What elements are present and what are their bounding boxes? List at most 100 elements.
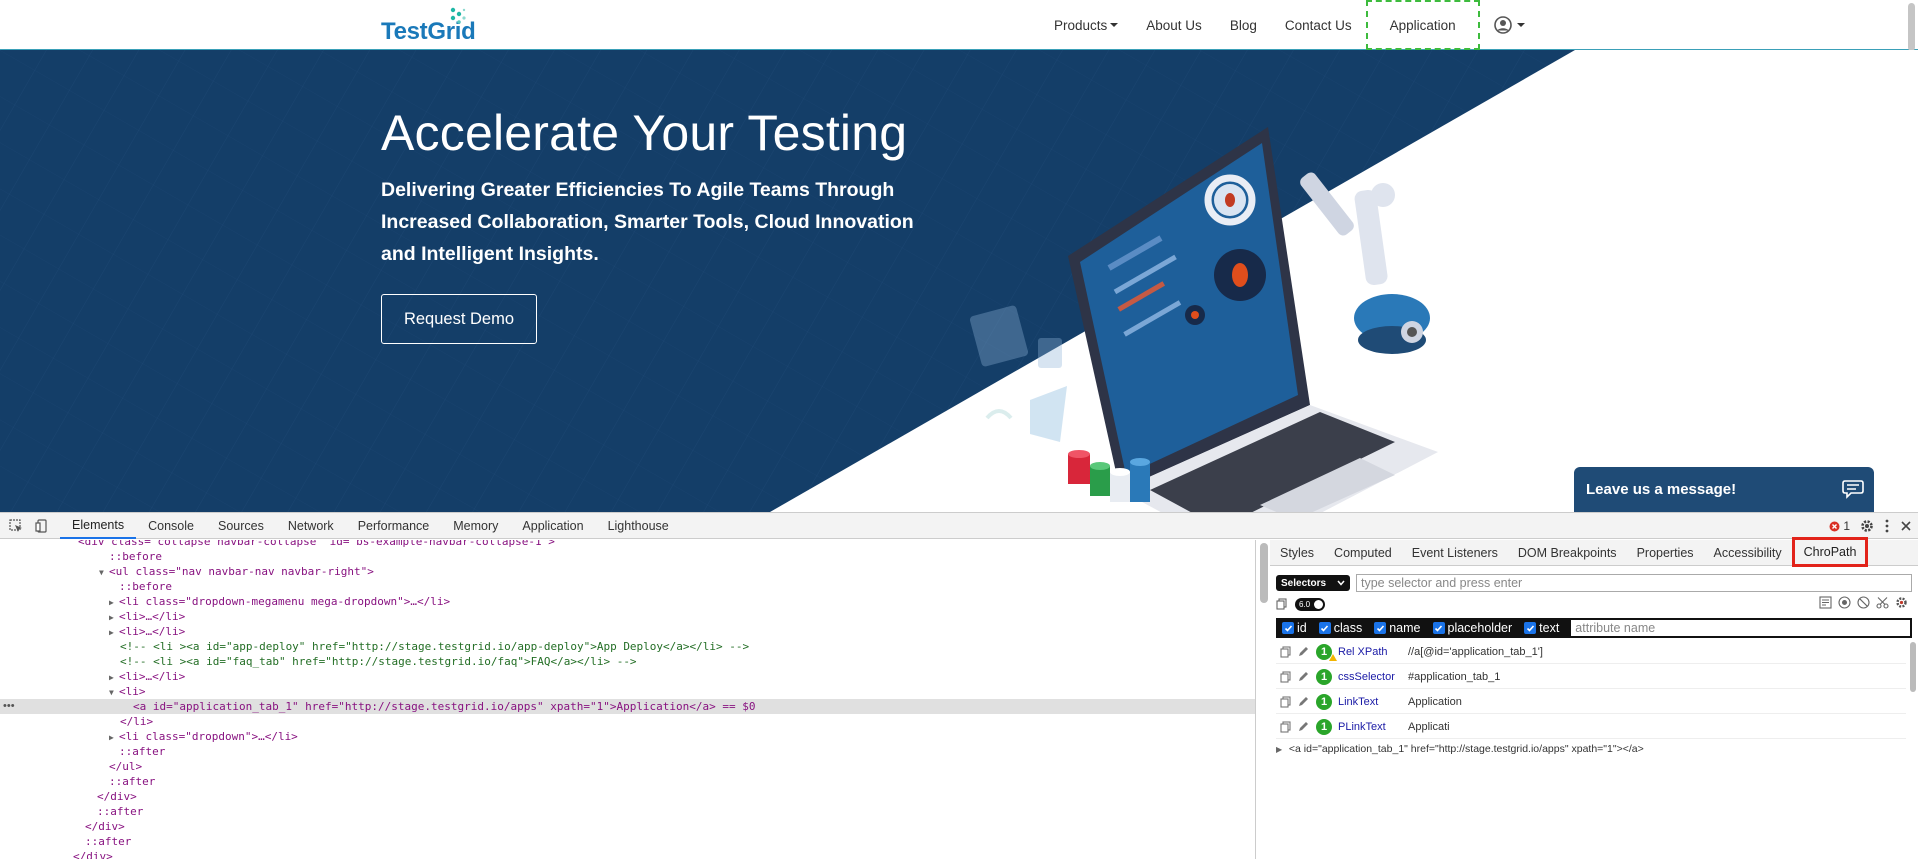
result-row[interactable]: 1 Rel XPath //a[@id='application_tab_1']	[1276, 640, 1906, 664]
expanded-triangle-icon[interactable]: ▼	[99, 565, 109, 580]
dom-line[interactable]: </div>	[97, 789, 137, 804]
page-scrollbar[interactable]	[1908, 3, 1915, 51]
tab-elements[interactable]: Elements	[60, 513, 137, 539]
tab-sources[interactable]: Sources	[206, 513, 276, 539]
attribute-name-input[interactable]: attribute name	[1571, 620, 1910, 636]
tab-event-listeners[interactable]: Event Listeners	[1402, 540, 1508, 566]
more-horizontal-icon[interactable]: •••	[3, 699, 15, 714]
nav-blog[interactable]: Blog	[1216, 0, 1271, 50]
result-value[interactable]: Application	[1408, 696, 1462, 708]
device-toolbar-icon[interactable]	[32, 516, 52, 536]
checkbox-label: id	[1297, 621, 1307, 635]
collapsed-triangle-icon[interactable]: ▶	[1276, 745, 1286, 754]
sidebar-scrollbar[interactable]	[1910, 642, 1916, 692]
result-value[interactable]: //a[@id='application_tab_1']	[1408, 646, 1543, 658]
edit-icon[interactable]	[1294, 696, 1312, 707]
dom-line[interactable]: ▶ <li>…</li>	[109, 669, 185, 684]
tab-lighthouse[interactable]: Lighthouse	[596, 513, 681, 539]
nav-products[interactable]: Products	[1040, 0, 1132, 50]
dom-line[interactable]: ::after	[109, 774, 155, 789]
scissors-icon[interactable]	[1876, 596, 1889, 609]
dom-line[interactable]: ▼ <li>	[109, 684, 146, 699]
dom-line[interactable]: ::before	[119, 579, 172, 594]
dom-line[interactable]: </div>	[73, 849, 113, 859]
dom-line[interactable]: </li>	[120, 714, 153, 729]
collapsed-triangle-icon[interactable]: ▶	[109, 625, 119, 640]
copy-icon[interactable]	[1276, 598, 1287, 610]
tab-memory[interactable]: Memory	[441, 513, 510, 539]
tab-computed[interactable]: Computed	[1324, 540, 1402, 566]
checkbox-name[interactable]: name	[1374, 621, 1421, 635]
selector-input[interactable]: type selector and press enter	[1356, 574, 1912, 592]
settings-list-icon[interactable]	[1819, 596, 1832, 609]
result-row[interactable]: 1 cssSelector #application_tab_1	[1276, 665, 1906, 689]
gear-icon[interactable]	[1895, 596, 1908, 609]
dom-comment[interactable]: <!-- <li ><a id="app-deploy" href="http:…	[120, 639, 749, 654]
result-row[interactable]: 1 PLinkText Applicati	[1276, 715, 1906, 739]
dom-line[interactable]: ::after	[85, 834, 131, 849]
dom-line[interactable]: <div class="collapse navbar-collapse" id…	[78, 540, 555, 549]
element-tree-node[interactable]: ▶ <a id="application_tab_1" href="http:/…	[1276, 743, 1644, 755]
result-value[interactable]: #application_tab_1	[1408, 671, 1500, 683]
tab-performance[interactable]: Performance	[346, 513, 442, 539]
tab-application[interactable]: Application	[510, 513, 595, 539]
inspect-element-icon[interactable]	[6, 516, 26, 536]
dom-line[interactable]: ::after	[97, 804, 143, 819]
checkbox-class[interactable]: class	[1318, 621, 1362, 635]
dom-line[interactable]: ▶ <li class="dropdown">…</li>	[109, 729, 298, 744]
tab-console[interactable]: Console	[136, 513, 206, 539]
gear-icon[interactable]	[1860, 519, 1874, 533]
nav-contact-us[interactable]: Contact Us	[1271, 0, 1366, 50]
elements-tree[interactable]: <div class="collapse navbar-collapse" id…	[0, 540, 1256, 859]
collapsed-triangle-icon[interactable]: ▶	[109, 670, 119, 685]
nav-about-us[interactable]: About Us	[1132, 0, 1216, 50]
record-icon[interactable]	[1838, 596, 1851, 609]
selector-mode-dropdown[interactable]: Selectors	[1276, 575, 1350, 591]
attribute-filter-bar: id class name placeholder text attribute…	[1276, 618, 1912, 638]
tab-properties[interactable]: Properties	[1627, 540, 1704, 566]
dom-line[interactable]: ▶ <li>…</li>	[109, 609, 185, 624]
collapsed-triangle-icon[interactable]: ▶	[109, 595, 119, 610]
dom-line[interactable]: ▶ <li class="dropdown-megamenu mega-dropd…	[109, 594, 450, 609]
dom-line-selected[interactable]: ••• <a id="application_tab_1" href="http:…	[0, 699, 1255, 714]
collapsed-triangle-icon[interactable]: ▶	[109, 610, 119, 625]
dom-line[interactable]: ::after	[119, 744, 165, 759]
dom-comment[interactable]: <!-- <li ><a id="faq_tab" href="http://s…	[120, 654, 637, 669]
checkbox-text[interactable]: text	[1524, 621, 1559, 635]
dom-line[interactable]: ▼ <ul class="nav navbar-nav navbar-right"…	[99, 564, 374, 579]
elements-scrollbar[interactable]	[1260, 543, 1268, 603]
error-badge[interactable]: 1	[1829, 519, 1850, 533]
copy-icon[interactable]	[1276, 670, 1294, 683]
tab-accessibility[interactable]: Accessibility	[1704, 540, 1792, 566]
edit-icon[interactable]	[1294, 646, 1312, 657]
logo[interactable]: TestGrid	[381, 7, 476, 46]
result-value[interactable]: Applicati	[1408, 721, 1450, 733]
no-sign-icon[interactable]	[1857, 596, 1870, 609]
checkbox-placeholder[interactable]: placeholder	[1432, 621, 1512, 635]
dom-line[interactable]: </div>	[85, 819, 125, 834]
nav-application[interactable]: Application	[1365, 0, 1480, 50]
user-menu[interactable]	[1480, 0, 1539, 50]
dom-line[interactable]: ▶ <li>…</li>	[109, 624, 185, 639]
more-vertical-icon[interactable]	[1884, 519, 1890, 533]
tab-dom-breakpoints[interactable]: DOM Breakpoints	[1508, 540, 1627, 566]
tab-styles[interactable]: Styles	[1270, 540, 1324, 566]
expanded-triangle-icon[interactable]: ▼	[109, 685, 119, 700]
checkbox-id[interactable]: id	[1282, 621, 1307, 635]
edit-icon[interactable]	[1294, 721, 1312, 732]
chat-widget[interactable]: Leave us a message!	[1574, 467, 1874, 512]
copy-icon[interactable]	[1276, 695, 1294, 708]
tab-chropath[interactable]: ChroPath	[1791, 537, 1869, 567]
result-row[interactable]: 1 LinkText Application	[1276, 690, 1906, 714]
version-toggle[interactable]: 6.0	[1295, 597, 1325, 611]
dom-line-text: <ul class="nav navbar-nav navbar-right">	[109, 565, 374, 578]
copy-icon[interactable]	[1276, 720, 1294, 733]
request-demo-button[interactable]: Request Demo	[381, 294, 537, 344]
dom-line[interactable]: ::before	[109, 549, 162, 564]
dom-line[interactable]: </ul>	[109, 759, 142, 774]
close-icon[interactable]	[1900, 520, 1912, 532]
copy-icon[interactable]	[1276, 645, 1294, 658]
collapsed-triangle-icon[interactable]: ▶	[109, 730, 119, 745]
edit-icon[interactable]	[1294, 671, 1312, 682]
tab-network[interactable]: Network	[276, 513, 346, 539]
